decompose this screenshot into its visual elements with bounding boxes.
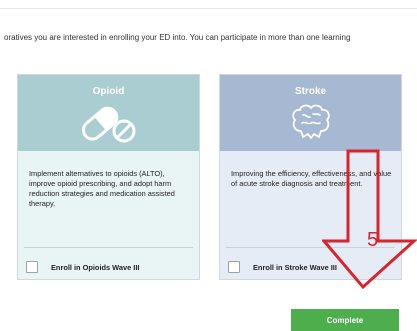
- stroke-card-header: Stroke: [220, 75, 401, 151]
- opioid-enroll-option[interactable]: Enroll in Opioids Wave III: [26, 261, 139, 273]
- red-down-arrow-annotation: [322, 149, 417, 289]
- opioid-enroll-checkbox[interactable]: [26, 261, 38, 273]
- stroke-card-title: Stroke: [294, 86, 327, 97]
- opioid-card-body: Implement alternatives to opioids (ALTO)…: [18, 151, 199, 279]
- opioid-card-title: Opioid: [92, 86, 125, 97]
- brain-icon: [289, 101, 333, 146]
- top-divider: [0, 8, 417, 9]
- stroke-enroll-option[interactable]: Enroll in Stroke Wave III: [228, 261, 337, 273]
- opioid-enroll-label[interactable]: Enroll in Opioids Wave III: [51, 263, 139, 272]
- complete-button[interactable]: Complete: [291, 309, 399, 331]
- opioid-card-header: Opioid: [18, 75, 199, 151]
- pill-capsule-icon: [78, 101, 140, 150]
- opioid-card-divider: [24, 247, 193, 248]
- annotation-step-number: 5: [367, 229, 379, 251]
- opioid-collaborative-card: Opioid Implement alternatives to opioids…: [17, 74, 200, 280]
- opioid-card-description: Implement alternatives to opioids (ALTO)…: [29, 169, 175, 208]
- stroke-enroll-checkbox[interactable]: [228, 261, 240, 273]
- intro-text: oratives you are interested in enrolling…: [4, 33, 351, 42]
